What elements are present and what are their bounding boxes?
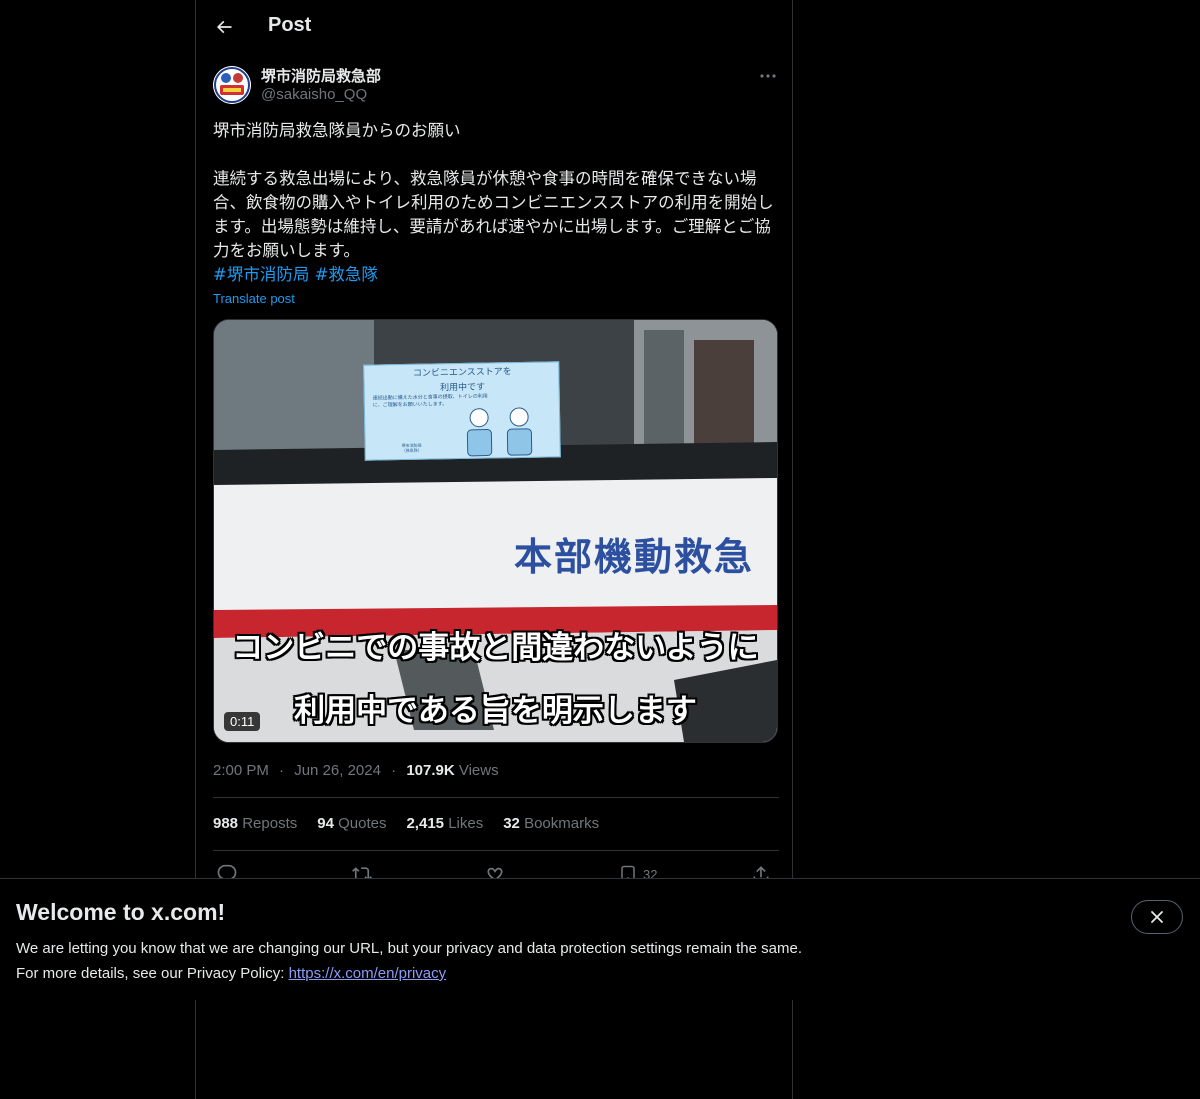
banner-line-2-prefix: For more details, see our Privacy Policy… (16, 965, 289, 982)
quotes-count: 94 (317, 815, 334, 832)
reposts-count: 988 (213, 815, 239, 832)
bookmarks-label: Bookmarks (524, 815, 600, 832)
avatar-image (213, 66, 251, 104)
author-display-name[interactable]: 堺市消防局救急部 (261, 65, 381, 86)
hashtag-link[interactable]: #堺市消防局 (213, 265, 309, 284)
author-handle[interactable]: @sakaisho_QQ (261, 86, 367, 103)
divider (213, 797, 779, 798)
back-button[interactable] (208, 11, 240, 43)
engagement-stats: 988 Reposts 94 Quotes 2,415 Likes 32 Boo… (213, 815, 599, 832)
sticker-subtitle: 利用中です (439, 382, 486, 394)
sticker-figures-icon (466, 407, 533, 457)
quotes-label: Quotes (338, 815, 387, 832)
video-player[interactable]: コンビニエンスストアを 利用中です 連続出動に備えた水分と食事の摂取、トイレの利… (213, 319, 778, 743)
sticker-footer: 堺市消防局 （救急隊） (401, 442, 422, 454)
views-label: Views (458, 762, 499, 779)
post-date[interactable]: Jun 26, 2024 (294, 762, 381, 779)
divider (213, 850, 779, 851)
views-count: 107.9K (406, 762, 455, 779)
banner-line-2: For more details, see our Privacy Policy… (16, 961, 802, 986)
banner-text: We are letting you know that we are chan… (16, 936, 802, 986)
meta-separator: · (391, 762, 397, 779)
video-caption-line-2: 利用中である旨を明示します (294, 693, 697, 729)
translate-post-link[interactable]: Translate post (213, 291, 295, 306)
reposts-stat[interactable]: 988 Reposts (213, 815, 297, 832)
meta-separator: · (279, 762, 285, 779)
reposts-label: Reposts (242, 815, 298, 832)
url-change-banner: Welcome to x.com! We are letting you kno… (0, 878, 1200, 1000)
more-dots-icon (760, 74, 776, 78)
post-time[interactable]: 2:00 PM (213, 762, 269, 779)
banner-line-1: We are letting you know that we are chan… (16, 940, 802, 957)
bookmarks-count: 32 (503, 815, 520, 832)
post-metadata: 2:00 PM · Jun 26, 2024 · 107.9K Views (213, 762, 499, 779)
quotes-stat[interactable]: 94 Quotes (317, 815, 386, 832)
banner-close-button[interactable] (1131, 900, 1183, 934)
post-header: Post (196, 0, 794, 54)
bookmarks-stat[interactable]: 32 Bookmarks (503, 815, 599, 832)
likes-stat[interactable]: 2,415 Likes (406, 815, 483, 832)
arrow-left-icon (216, 20, 232, 34)
video-duration-badge: 0:11 (224, 712, 261, 731)
vehicle-lettering: 本部機動救急 (514, 534, 755, 579)
likes-count: 2,415 (406, 815, 445, 832)
page-title: Post (268, 14, 312, 36)
hashtag-row: #堺市消防局 #救急隊 (213, 263, 378, 287)
banner-title: Welcome to x.com! (16, 899, 226, 925)
sticker: コンビニエンスストアを 利用中です 連続出動に備えた水分と食事の摂取、トイレの利… (363, 361, 561, 461)
video-caption-line-1: コンビニでの事故と間違わないように (232, 630, 759, 666)
likes-label: Likes (448, 815, 484, 832)
hashtag-link[interactable]: #救急隊 (315, 265, 378, 284)
more-options-button[interactable] (756, 66, 780, 86)
close-icon (1151, 911, 1163, 923)
privacy-policy-link[interactable]: https://x.com/en/privacy (289, 965, 447, 982)
tweet-text: 堺市消防局救急隊員からのお願い 連続する救急出場により、救急隊員が休憩や食事の時… (213, 121, 774, 260)
author-avatar[interactable] (213, 66, 251, 104)
